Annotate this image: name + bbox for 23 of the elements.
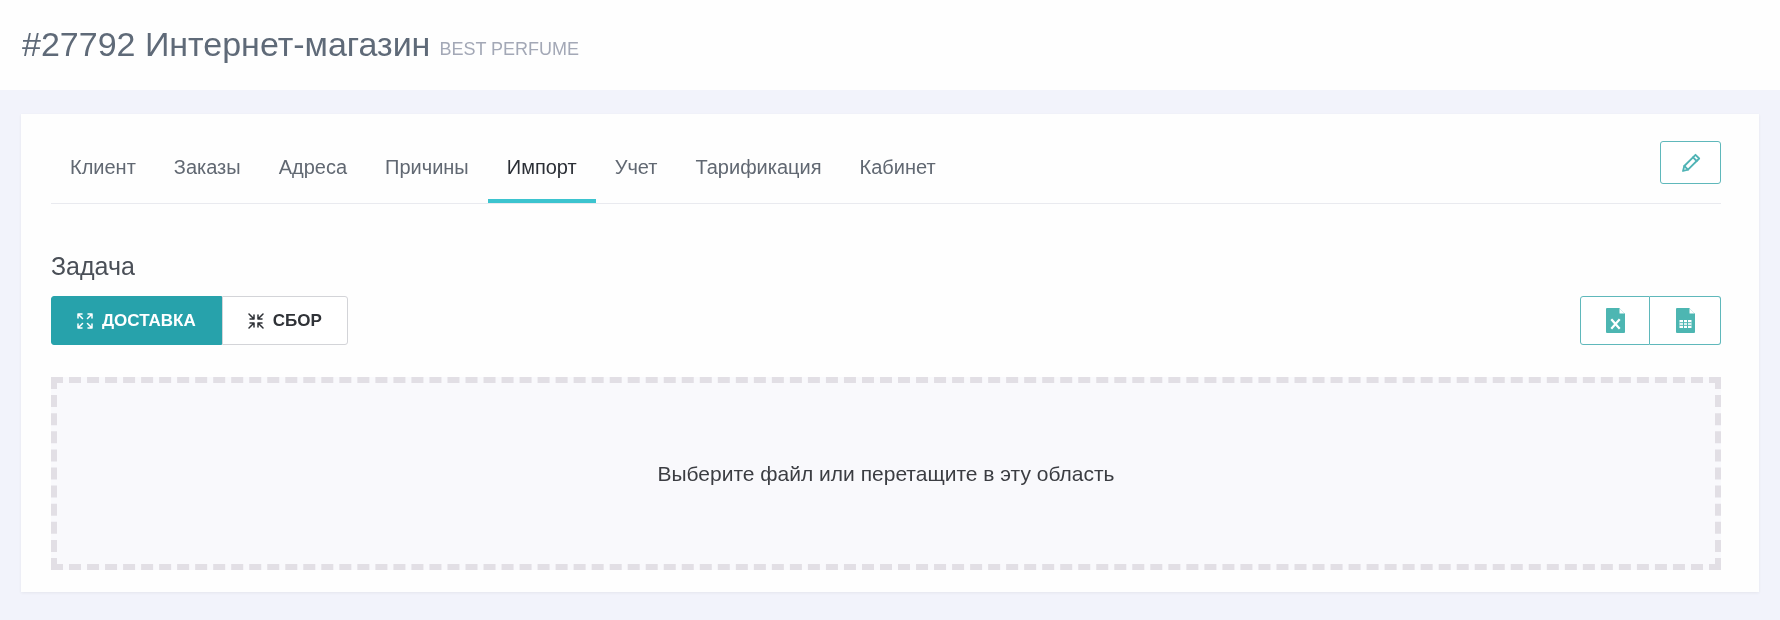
- page-title: #27792 Интернет-магазин: [22, 27, 431, 61]
- tab[interactable]: Кабинет: [840, 140, 955, 203]
- excel-export-button[interactable]: [1580, 296, 1650, 345]
- task-option-button[interactable]: ДОСТАВКА: [51, 296, 222, 345]
- tab[interactable]: Клиент: [51, 140, 155, 203]
- excel-file-icon: [1605, 308, 1625, 333]
- tab[interactable]: Адреса: [259, 140, 367, 203]
- tab[interactable]: Учет: [595, 140, 677, 203]
- collapse-arrows-icon: [247, 312, 264, 329]
- tab[interactable]: Импорт: [487, 140, 596, 203]
- file-drop-zone[interactable]: Выберите файл или перетащите в эту область: [51, 377, 1721, 570]
- tab[interactable]: Тарификация: [676, 140, 841, 203]
- drop-zone-text: Выберите файл или перетащите в эту область: [657, 460, 1115, 487]
- pencil-icon: [1680, 152, 1701, 173]
- expand-arrows-icon: [77, 312, 93, 329]
- task-option-button[interactable]: СБОР: [221, 296, 348, 345]
- tab[interactable]: Заказы: [154, 140, 260, 203]
- spreadsheet-export-button[interactable]: [1650, 296, 1721, 345]
- page-subtitle: BEST PERFUME: [439, 39, 580, 58]
- task-label: Задача: [51, 254, 135, 279]
- tab[interactable]: Причины: [366, 140, 488, 203]
- edit-button[interactable]: [1660, 141, 1721, 184]
- spreadsheet-file-icon: [1675, 308, 1695, 333]
